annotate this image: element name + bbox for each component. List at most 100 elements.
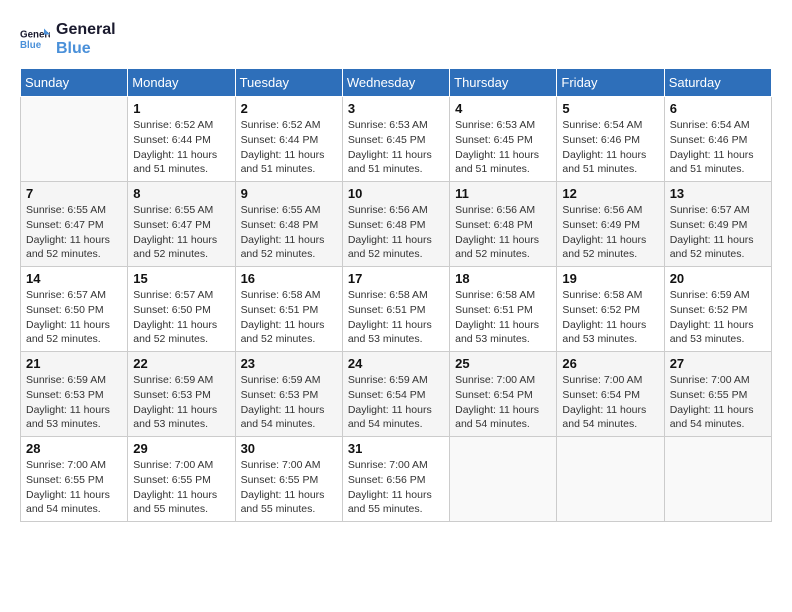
day-number: 16 xyxy=(241,271,337,286)
calendar-cell xyxy=(21,97,128,182)
calendar-cell: 1Sunrise: 6:52 AMSunset: 6:44 PMDaylight… xyxy=(128,97,235,182)
day-number: 28 xyxy=(26,441,122,456)
logo-icon: General Blue xyxy=(20,27,50,51)
calendar-cell: 10 Sunrise: 6:56 AMSunset: 6:48 PMDayligh… xyxy=(342,182,449,267)
day-detail: Sunrise: 7:00 AMSunset: 6:55 PMDaylight:… xyxy=(241,458,337,517)
calendar-body: 1 Sunrise: 6:52 AMSunset: 6:44 PMDaylight… xyxy=(21,97,772,522)
calendar-cell: 23 Sunrise: 6:59 AMSunset: 6:53 PMDayligh… xyxy=(235,352,342,437)
calendar-cell xyxy=(557,437,664,522)
calendar-cell: 24 Sunrise: 6:59 AMSunset: 6:54 PMDayligh… xyxy=(342,352,449,437)
calendar-cell: 19 Sunrise: 6:58 AMSunset: 6:52 PMDayligh… xyxy=(557,267,664,352)
calendar-cell: 31 Sunrise: 7:00 AMSunset: 6:56 PMDayligh… xyxy=(342,437,449,522)
day-number: 14 xyxy=(26,271,122,286)
day-number: 19 xyxy=(562,271,658,286)
calendar-cell: 13Sunrise: 6:57 AMSunset: 6:49 PMDayligh… xyxy=(664,182,771,267)
calendar-cell: 7 Sunrise: 6:55 AMSunset: 6:47 PMDaylight… xyxy=(21,182,128,267)
day-detail: Sunrise: 6:55 AMSunset: 6:47 PMDaylight:… xyxy=(133,203,229,262)
day-detail: Sunrise: 6:53 AMSunset: 6:45 PMDaylight:… xyxy=(348,118,444,177)
day-number: 10 xyxy=(348,186,444,201)
day-number: 25 xyxy=(455,356,551,371)
calendar-cell: 5 Sunrise: 6:54 AMSunset: 6:46 PMDaylight… xyxy=(557,97,664,182)
day-detail: Sunrise: 6:53 AMSunset: 6:45 PMDaylight:… xyxy=(455,118,551,177)
logo: General Blue General Blue xyxy=(20,20,116,58)
weekday-header-row: SundayMondayTuesdayWednesdayThursdayFrid… xyxy=(21,69,772,97)
day-detail: Sunrise: 6:58 AMSunset: 6:51 PMDaylight:… xyxy=(455,288,551,347)
day-number: 1 xyxy=(133,101,229,116)
calendar-cell: 29 Sunrise: 7:00 AMSunset: 6:55 PMDayligh… xyxy=(128,437,235,522)
day-detail: Sunrise: 6:57 AMSunset: 6:50 PMDaylight:… xyxy=(26,288,122,347)
day-number: 27 xyxy=(670,356,766,371)
calendar-cell: 17Sunrise: 6:58 AMSunset: 6:51 PMDayligh… xyxy=(342,267,449,352)
calendar-cell: 9Sunrise: 6:55 AMSunset: 6:48 PMDaylight… xyxy=(235,182,342,267)
calendar-cell: 21 Sunrise: 6:59 AMSunset: 6:53 PMDayligh… xyxy=(21,352,128,437)
day-detail: Sunrise: 7:00 AMSunset: 6:56 PMDaylight:… xyxy=(348,458,444,517)
calendar-cell: 26Sunrise: 7:00 AMSunset: 6:54 PMDayligh… xyxy=(557,352,664,437)
svg-text:Blue: Blue xyxy=(20,40,42,51)
day-detail: Sunrise: 6:59 AMSunset: 6:54 PMDaylight:… xyxy=(348,373,444,432)
day-detail: Sunrise: 6:54 AMSunset: 6:46 PMDaylight:… xyxy=(670,118,766,177)
day-detail: Sunrise: 6:59 AMSunset: 6:53 PMDaylight:… xyxy=(133,373,229,432)
day-number: 17 xyxy=(348,271,444,286)
calendar-cell: 25Sunrise: 7:00 AMSunset: 6:54 PMDayligh… xyxy=(450,352,557,437)
day-detail: Sunrise: 6:55 AMSunset: 6:47 PMDaylight:… xyxy=(26,203,122,262)
day-number: 18 xyxy=(455,271,551,286)
day-number: 7 xyxy=(26,186,122,201)
calendar-cell: 28 Sunrise: 7:00 AMSunset: 6:55 PMDayligh… xyxy=(21,437,128,522)
day-number: 6 xyxy=(670,101,766,116)
calendar-header: SundayMondayTuesdayWednesdayThursdayFrid… xyxy=(21,69,772,97)
day-detail: Sunrise: 6:56 AMSunset: 6:49 PMDaylight:… xyxy=(562,203,658,262)
day-number: 9 xyxy=(241,186,337,201)
calendar-cell: 8Sunrise: 6:55 AMSunset: 6:47 PMDaylight… xyxy=(128,182,235,267)
day-detail: Sunrise: 7:00 AMSunset: 6:55 PMDaylight:… xyxy=(670,373,766,432)
day-number: 22 xyxy=(133,356,229,371)
weekday-monday: Monday xyxy=(128,69,235,97)
day-number: 21 xyxy=(26,356,122,371)
day-detail: Sunrise: 7:00 AMSunset: 6:55 PMDaylight:… xyxy=(26,458,122,517)
day-detail: Sunrise: 6:52 AMSunset: 6:44 PMDaylight:… xyxy=(241,118,337,177)
calendar-cell: 4 Sunrise: 6:53 AMSunset: 6:45 PMDaylight… xyxy=(450,97,557,182)
calendar-cell: 12 Sunrise: 6:56 AMSunset: 6:49 PMDayligh… xyxy=(557,182,664,267)
day-detail: Sunrise: 6:54 AMSunset: 6:46 PMDaylight:… xyxy=(562,118,658,177)
calendar-week-5: 28 Sunrise: 7:00 AMSunset: 6:55 PMDayligh… xyxy=(21,437,772,522)
day-detail: Sunrise: 6:59 AMSunset: 6:53 PMDaylight:… xyxy=(241,373,337,432)
weekday-wednesday: Wednesday xyxy=(342,69,449,97)
day-number: 4 xyxy=(455,101,551,116)
day-number: 26 xyxy=(562,356,658,371)
calendar-cell: 16 Sunrise: 6:58 AMSunset: 6:51 PMDayligh… xyxy=(235,267,342,352)
calendar-table: SundayMondayTuesdayWednesdayThursdayFrid… xyxy=(20,68,772,522)
logo-general: General xyxy=(56,20,116,39)
calendar-cell: 18 Sunrise: 6:58 AMSunset: 6:51 PMDayligh… xyxy=(450,267,557,352)
weekday-tuesday: Tuesday xyxy=(235,69,342,97)
day-number: 30 xyxy=(241,441,337,456)
day-number: 12 xyxy=(562,186,658,201)
weekday-sunday: Sunday xyxy=(21,69,128,97)
day-number: 3 xyxy=(348,101,444,116)
calendar-cell: 27 Sunrise: 7:00 AMSunset: 6:55 PMDayligh… xyxy=(664,352,771,437)
calendar-week-3: 14 Sunrise: 6:57 AMSunset: 6:50 PMDayligh… xyxy=(21,267,772,352)
day-number: 29 xyxy=(133,441,229,456)
calendar-week-2: 7 Sunrise: 6:55 AMSunset: 6:47 PMDaylight… xyxy=(21,182,772,267)
day-detail: Sunrise: 7:00 AMSunset: 6:55 PMDaylight:… xyxy=(133,458,229,517)
day-number: 11 xyxy=(455,186,551,201)
weekday-friday: Friday xyxy=(557,69,664,97)
day-detail: Sunrise: 6:59 AMSunset: 6:53 PMDaylight:… xyxy=(26,373,122,432)
day-detail: Sunrise: 6:56 AMSunset: 6:48 PMDaylight:… xyxy=(455,203,551,262)
day-detail: Sunrise: 6:56 AMSunset: 6:48 PMDaylight:… xyxy=(348,203,444,262)
day-detail: Sunrise: 6:57 AMSunset: 6:50 PMDaylight:… xyxy=(133,288,229,347)
day-number: 23 xyxy=(241,356,337,371)
day-number: 31 xyxy=(348,441,444,456)
day-number: 15 xyxy=(133,271,229,286)
calendar-cell: 15 Sunrise: 6:57 AMSunset: 6:50 PMDayligh… xyxy=(128,267,235,352)
day-number: 24 xyxy=(348,356,444,371)
logo-blue: Blue xyxy=(56,39,116,58)
calendar-week-4: 21 Sunrise: 6:59 AMSunset: 6:53 PMDayligh… xyxy=(21,352,772,437)
calendar-cell xyxy=(450,437,557,522)
day-detail: Sunrise: 6:58 AMSunset: 6:52 PMDaylight:… xyxy=(562,288,658,347)
calendar-cell: 14 Sunrise: 6:57 AMSunset: 6:50 PMDayligh… xyxy=(21,267,128,352)
day-number: 5 xyxy=(562,101,658,116)
calendar-cell xyxy=(664,437,771,522)
day-number: 13 xyxy=(670,186,766,201)
calendar-cell: 2Sunrise: 6:52 AMSunset: 6:44 PMDaylight… xyxy=(235,97,342,182)
calendar-cell: 6 Sunrise: 6:54 AMSunset: 6:46 PMDaylight… xyxy=(664,97,771,182)
day-detail: Sunrise: 6:58 AMSunset: 6:51 PMDaylight:… xyxy=(241,288,337,347)
